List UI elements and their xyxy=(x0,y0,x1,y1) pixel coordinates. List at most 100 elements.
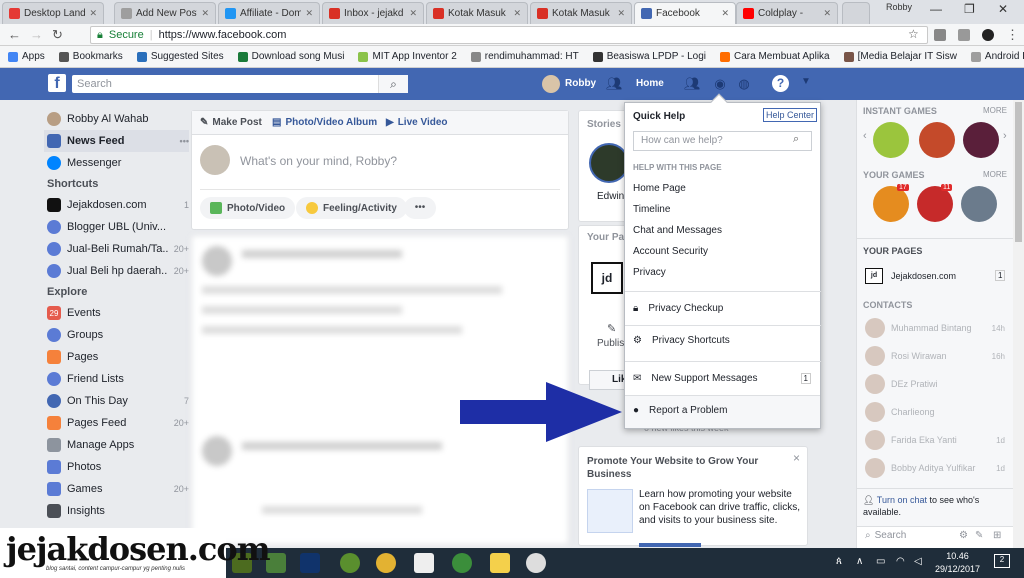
story-thumbnail[interactable] xyxy=(589,143,629,183)
bookmark-item[interactable]: [Media Belajar IT Sisw xyxy=(843,51,957,62)
quick-help-icon[interactable]: ? xyxy=(772,75,789,92)
bookmark-item[interactable]: Download song Musi xyxy=(237,51,344,62)
person-tray-icon[interactable]: ጰ xyxy=(836,556,842,567)
game-icon[interactable] xyxy=(873,122,909,158)
chrome-icon[interactable] xyxy=(376,553,396,573)
close-tab-icon[interactable]: ✕ xyxy=(305,8,313,19)
sidebar-item-news-feed[interactable]: News Feed ••• xyxy=(44,130,189,152)
chevron-left-icon[interactable]: ‹ xyxy=(863,130,867,142)
contact-item[interactable]: DEz Pratiwi xyxy=(865,374,1005,394)
report-problem-item[interactable]: ● Report a Problem xyxy=(633,405,727,416)
help-item-home-page[interactable]: Home Page xyxy=(633,183,686,194)
profile-link[interactable]: Robby xyxy=(565,78,596,89)
more-options-button[interactable]: ••• xyxy=(404,197,436,219)
bookmark-star-icon[interactable]: ☆ xyxy=(908,27,919,41)
bookmark-item[interactable]: Cara Membuat Aplika xyxy=(720,51,830,62)
help-search-input[interactable]: How can we help? xyxy=(633,131,812,151)
chrome-profile-name[interactable]: Robby xyxy=(886,2,912,12)
sidebar-item-groups[interactable]: Groups xyxy=(44,324,189,346)
gear-icon[interactable]: ⚙ xyxy=(959,530,968,541)
sidebar-item-pages[interactable]: Pages xyxy=(44,346,189,368)
chat-search-input[interactable]: ⌕ Search xyxy=(865,530,906,541)
compose-icon[interactable]: ✎ xyxy=(975,530,983,541)
maximize-button[interactable]: ❐ xyxy=(964,2,975,16)
help-item-account-security[interactable]: Account Security xyxy=(633,246,708,257)
bookmark-item[interactable]: Suggested Sites xyxy=(136,51,224,62)
tab-make-post[interactable]: ✎ Make Post xyxy=(200,117,262,128)
tab-live-video[interactable]: ▶ Live Video xyxy=(386,117,448,128)
sidebar-item-events[interactable]: 29 Events xyxy=(44,302,189,324)
extension-circle-icon[interactable] xyxy=(982,29,994,41)
game-icon[interactable] xyxy=(963,122,999,158)
reload-icon[interactable]: ↻ xyxy=(52,27,63,43)
bookmark-item[interactable]: Android Indonesia: A xyxy=(970,51,1024,62)
scrollbar-thumb[interactable] xyxy=(1015,102,1022,242)
close-tab-icon[interactable]: ✕ xyxy=(89,8,97,19)
sidebar-page-name[interactable]: Jejakdosen.com xyxy=(891,271,956,281)
browser-tab[interactable]: Coldplay - ✕ xyxy=(736,2,838,24)
close-icon[interactable]: × xyxy=(793,451,800,465)
android-studio-icon[interactable] xyxy=(340,553,360,573)
game-icon[interactable] xyxy=(919,122,955,158)
shortcut-item[interactable]: Jual-Beli Rumah/Ta... 20+ xyxy=(44,238,189,260)
volume-icon[interactable]: ◁ xyxy=(914,556,922,567)
browser-tab[interactable]: Kotak Masuk (✕ xyxy=(426,2,528,24)
settings-gear-icon[interactable] xyxy=(526,553,546,573)
wifi-icon[interactable]: ◠ xyxy=(896,556,905,567)
close-window-button[interactable]: ✕ xyxy=(998,2,1008,16)
contact-item[interactable]: Bobby Aditya Yulfikar 1d xyxy=(865,458,1005,478)
close-tab-icon[interactable]: ✕ xyxy=(513,8,521,19)
avatar[interactable] xyxy=(542,75,560,93)
close-tab-icon[interactable]: ✕ xyxy=(823,8,831,19)
account-menu-caret-icon[interactable]: ▼ xyxy=(801,76,811,87)
browser-tab[interactable]: Inbox - jejakd ✕ xyxy=(322,2,424,24)
help-item-chat-messages[interactable]: Chat and Messages xyxy=(633,225,722,236)
browser-tab[interactable]: Kotak Masuk (✕ xyxy=(530,2,632,24)
turn-on-chat-link[interactable]: Turn on chat xyxy=(877,495,927,505)
publish-link[interactable]: Publis xyxy=(597,338,624,349)
shortcut-item[interactable]: Jejakdosen.com 1 xyxy=(44,194,189,216)
back-arrow-icon[interactable]: ← xyxy=(8,27,21,42)
game-icon[interactable] xyxy=(917,186,953,222)
shortcut-item[interactable]: Blogger UBL (Univ... xyxy=(44,216,189,238)
privacy-shortcuts-item[interactable]: ⚙ Privacy Shortcuts xyxy=(633,335,730,346)
browser-tab[interactable]: Affiliate - Dom ✕ xyxy=(218,2,320,24)
bookmark-item[interactable]: Bookmarks xyxy=(58,51,123,62)
page-logo[interactable]: jd xyxy=(591,262,623,294)
friend-requests-icon[interactable]: 👥︎ xyxy=(684,76,701,92)
contact-item[interactable]: Muhammad Bintang 14h xyxy=(865,318,1005,338)
game-icon[interactable] xyxy=(873,186,909,222)
feeling-activity-button[interactable]: Feeling/Activity xyxy=(296,197,407,219)
close-tab-icon[interactable]: ✕ xyxy=(721,8,729,19)
url-bar[interactable]: 🔒︎ Secure | https://www.facebook.com xyxy=(90,26,928,44)
instant-games-more-link[interactable]: MORE xyxy=(983,106,1007,115)
facebook-logo-icon[interactable]: f xyxy=(48,74,66,92)
network-icon[interactable] xyxy=(452,553,472,573)
notifications-globe-icon[interactable]: ◍ xyxy=(736,76,752,92)
photoshop-icon[interactable] xyxy=(300,553,320,573)
sidebar-item-manage-apps[interactable]: Manage Apps xyxy=(44,434,189,456)
help-item-timeline[interactable]: Timeline xyxy=(633,204,670,215)
tray-arrow-icon[interactable]: ∧ xyxy=(856,556,863,567)
find-friends-icon[interactable]: 👥︎ xyxy=(606,76,623,92)
browser-tab[interactable]: Desktop Landi ✕ xyxy=(2,2,104,24)
chevron-right-icon[interactable]: › xyxy=(1003,130,1007,142)
contact-item[interactable]: Rosi Wirawan 16h xyxy=(865,346,1005,366)
contact-item[interactable]: Charlieong xyxy=(865,402,1005,422)
tab-photo-album[interactable]: ▤ Photo/Video Album xyxy=(272,117,377,128)
browser-tab[interactable]: Facebook ✕ xyxy=(634,2,736,24)
mail-icon[interactable] xyxy=(414,553,434,573)
help-center-link[interactable]: Help Center xyxy=(763,108,818,122)
camera-extension-icon[interactable] xyxy=(958,29,970,41)
sidebar-item-messenger[interactable]: Messenger xyxy=(44,152,189,174)
close-tab-icon[interactable]: ✕ xyxy=(201,8,209,19)
sidebar-item-pages-feed[interactable]: Pages Feed 20+ xyxy=(44,412,189,434)
bookmark-item[interactable]: MIT App Inventor 2 xyxy=(358,51,457,62)
group-chat-icon[interactable]: ⊞ xyxy=(993,530,1001,541)
close-tab-icon[interactable]: ✕ xyxy=(617,8,625,19)
your-games-more-link[interactable]: MORE xyxy=(983,170,1007,179)
facebook-search-input[interactable]: Search xyxy=(72,75,408,93)
page-logo[interactable]: jd xyxy=(865,268,883,284)
sidebar-item-insights[interactable]: Insights xyxy=(44,500,189,522)
profile-link[interactable]: Robby Al Wahab xyxy=(44,108,189,130)
